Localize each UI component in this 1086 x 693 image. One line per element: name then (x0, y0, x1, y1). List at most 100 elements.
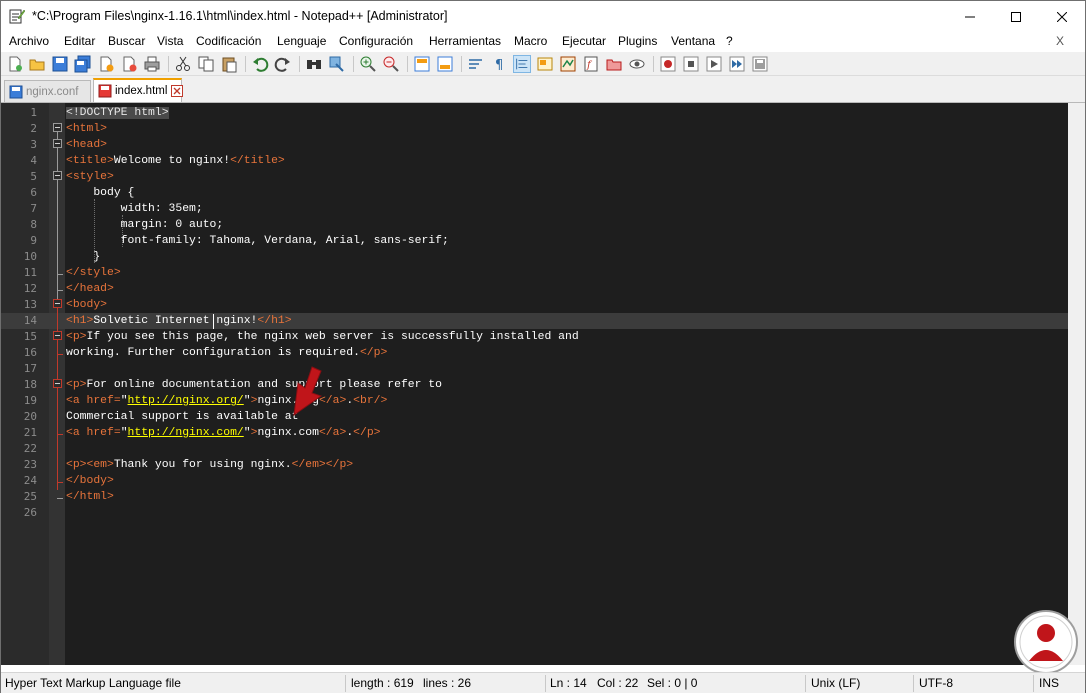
paste-icon[interactable] (220, 55, 238, 73)
menu-buscar[interactable]: Buscar (108, 34, 145, 48)
copy-icon[interactable] (197, 55, 215, 73)
line-number: 5 (30, 170, 37, 183)
find-icon[interactable] (305, 55, 323, 73)
line-number: 10 (23, 250, 37, 263)
code-tag: </h1> (257, 315, 292, 327)
code-line-2: <html> (66, 121, 107, 137)
code-text: Solvetic Internet nginx! (93, 315, 258, 327)
code-line-13: <body> (66, 297, 107, 313)
undo-icon[interactable] (251, 55, 269, 73)
indent-guide-icon[interactable] (513, 55, 531, 73)
fold-toggle[interactable] (53, 299, 62, 308)
cut-icon[interactable] (174, 55, 192, 73)
zoom-in-icon[interactable] (359, 55, 377, 73)
tab-nginx-conf[interactable]: nginx.conf (4, 80, 91, 102)
tab-index-html[interactable]: index.html (93, 78, 184, 102)
new-file-icon[interactable] (6, 55, 24, 73)
replace-icon[interactable] (328, 55, 346, 73)
status-mode[interactable]: INS (1039, 676, 1059, 690)
line-number: 1 (30, 106, 37, 119)
close-file-icon[interactable] (97, 55, 115, 73)
code-text: } (66, 251, 101, 263)
fold-toggle[interactable] (53, 123, 62, 132)
menu-lenguaje[interactable]: Lenguaje (277, 34, 326, 48)
line-number: 16 (23, 346, 37, 359)
code-url[interactable]: http://nginx.com/ (128, 427, 244, 439)
fold-toggle[interactable] (53, 139, 62, 148)
folder-workspace-icon[interactable] (605, 55, 623, 73)
menu-configuracion[interactable]: Configuración (339, 34, 413, 48)
vertical-scrollbar[interactable] (1068, 103, 1085, 665)
menu-plugins[interactable]: Plugins (618, 34, 657, 48)
word-wrap-icon[interactable] (467, 55, 485, 73)
line-number: 20 (23, 410, 37, 423)
tab-bar: nginx.conf index.html (1, 76, 1085, 103)
code-text: " (243, 427, 251, 439)
code-url[interactable]: http://nginx.org/ (128, 395, 244, 407)
code-tag: </p> (353, 427, 381, 439)
code-tag: </head> (66, 283, 114, 295)
line-number: 2 (30, 122, 37, 135)
doc-map-icon[interactable] (559, 55, 577, 73)
zoom-out-icon[interactable] (382, 55, 400, 73)
menu-herramientas[interactable]: Herramientas (429, 34, 501, 48)
menu-vista[interactable]: Vista (157, 34, 183, 48)
sync-horizontal-icon[interactable] (436, 55, 454, 73)
fold-toggle[interactable] (53, 331, 62, 340)
code-text: body { (66, 187, 135, 199)
user-lang-icon[interactable] (536, 55, 554, 73)
close-button[interactable] (1039, 1, 1085, 32)
save-macro-icon[interactable] (751, 55, 769, 73)
status-eol[interactable]: Unix (LF) (811, 676, 860, 690)
print-icon[interactable] (143, 55, 161, 73)
fold-toggle[interactable] (53, 171, 62, 180)
status-bar: Hyper Text Markup Language file length :… (1, 672, 1085, 693)
line-number: 3 (30, 138, 37, 151)
window-title: *C:\Program Files\nginx-1.16.1\html\inde… (32, 9, 448, 23)
sync-vertical-icon[interactable] (413, 55, 431, 73)
code-text: nginx.com (257, 427, 319, 439)
menu-help[interactable]: ? (726, 34, 733, 48)
minimize-button[interactable] (947, 1, 993, 32)
run-macro-multiple-icon[interactable] (728, 55, 746, 73)
save-all-icon[interactable] (74, 55, 92, 73)
menu-macro[interactable]: Macro (514, 34, 547, 48)
save-icon[interactable] (51, 55, 69, 73)
maximize-button[interactable] (993, 1, 1039, 32)
close-document-button[interactable]: X (1056, 34, 1064, 48)
function-list-icon[interactable]: f (582, 55, 600, 73)
menu-codificacion[interactable]: Codificación (196, 34, 261, 48)
fold-toggle[interactable] (53, 379, 62, 388)
status-encoding[interactable]: UTF-8 (919, 676, 953, 690)
status-filetype: Hyper Text Markup Language file (5, 676, 181, 690)
line-number: 9 (30, 234, 37, 247)
record-macro-icon[interactable] (659, 55, 677, 73)
open-file-icon[interactable] (28, 55, 46, 73)
code-tag: <a href= (66, 395, 121, 407)
notepadpp-icon (9, 9, 25, 24)
code-text: margin: 0 auto; (66, 219, 224, 231)
redo-icon[interactable] (274, 55, 292, 73)
code-text: Commercial support is available at (66, 411, 299, 423)
monitoring-icon[interactable] (628, 55, 646, 73)
menu-ejecutar[interactable]: Ejecutar (562, 34, 606, 48)
title-bar: *C:\Program Files\nginx-1.16.1\html\inde… (1, 1, 1085, 32)
tab-label: nginx.conf (26, 85, 79, 98)
code-tag: <h1> (66, 315, 94, 327)
code-text: For online documentation and support ple… (86, 379, 442, 391)
line-number: 24 (23, 474, 37, 487)
close-all-icon[interactable] (120, 55, 138, 73)
code-tag: </p> (359, 347, 388, 359)
editor-area[interactable]: 1 2 3 4 5 6 7 8 9 10 11 12 13 14 15 16 17 18 19 20 21 22 23 24 2… (1, 103, 1085, 665)
play-macro-icon[interactable] (705, 55, 723, 73)
menu-editar[interactable]: Editar (64, 34, 95, 48)
menu-archivo[interactable]: Archivo (9, 34, 49, 48)
close-tab-icon[interactable] (171, 85, 184, 97)
line-number: 6 (30, 186, 37, 199)
code-line-8: margin: 0 auto; (66, 217, 224, 233)
code-tag: <a href= (66, 427, 121, 439)
show-all-chars-icon[interactable]: ¶ (490, 55, 508, 73)
menu-ventana[interactable]: Ventana (671, 34, 715, 48)
status-sel: Sel : 0 | 0 (647, 676, 698, 690)
stop-macro-icon[interactable] (682, 55, 700, 73)
